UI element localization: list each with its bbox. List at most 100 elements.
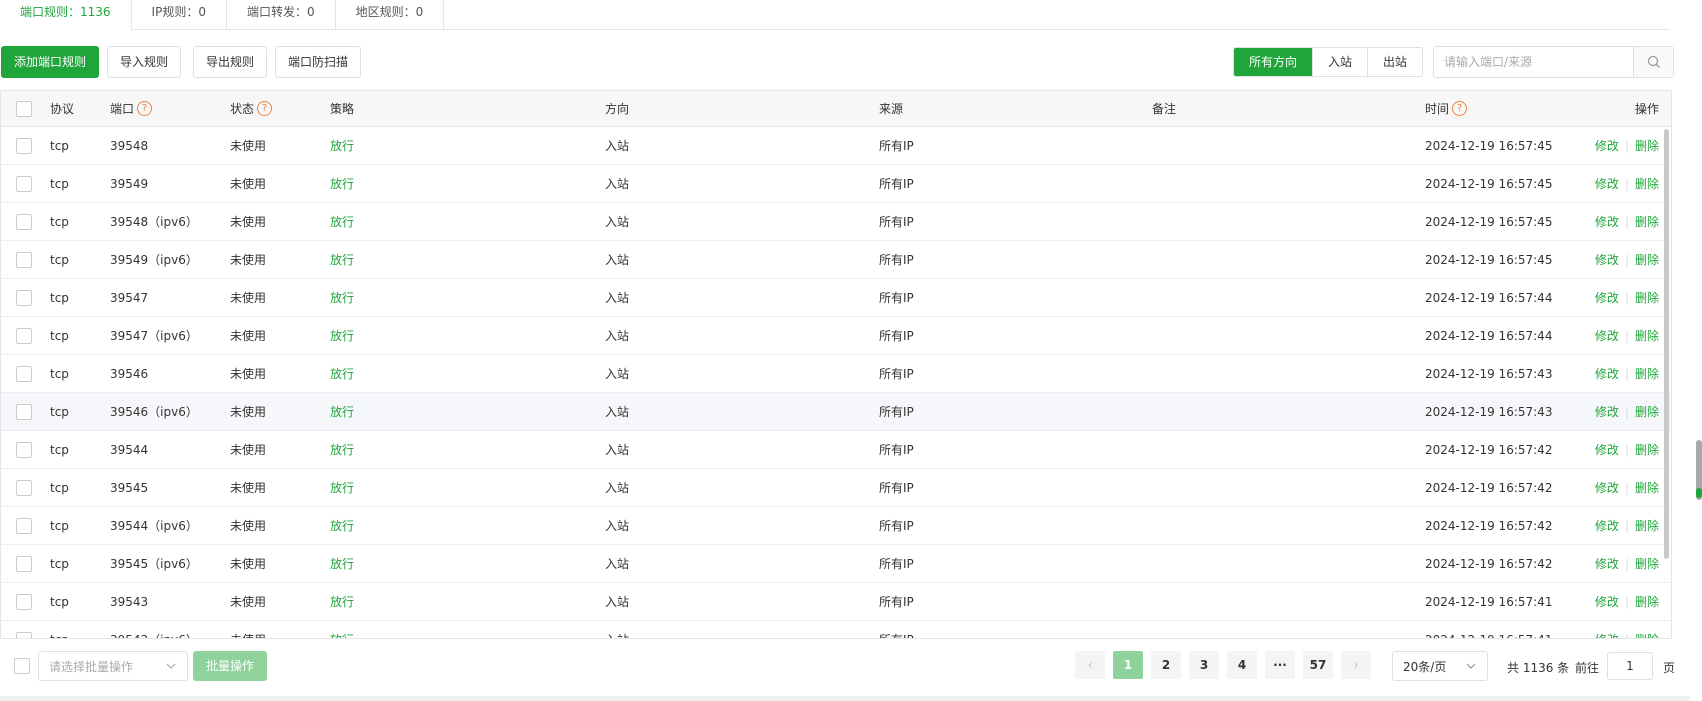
row-checkbox[interactable]: [16, 631, 32, 638]
cell-protocol: tcp: [50, 252, 69, 267]
help-icon[interactable]: ?: [1452, 101, 1468, 116]
tab-ip-rules[interactable]: IP规则：0: [132, 0, 227, 30]
edit-link[interactable]: 修改: [1595, 555, 1619, 572]
page-1[interactable]: 1: [1113, 651, 1143, 679]
batch-action-button[interactable]: 批量操作: [193, 651, 267, 681]
row-checkbox[interactable]: [16, 213, 32, 230]
cell-protocol: tcp: [50, 328, 69, 343]
action-separator: |: [1624, 252, 1629, 267]
add-port-rule-button[interactable]: 添加端口规则: [1, 46, 99, 78]
row-checkbox[interactable]: [16, 137, 32, 154]
search-button[interactable]: [1633, 47, 1673, 77]
search-input[interactable]: [1434, 47, 1633, 77]
cell-policy: 放行: [330, 405, 355, 419]
search-icon: [1647, 55, 1660, 68]
select-all-checkbox[interactable]: [16, 100, 32, 117]
table-row: tcp 39543 未使用 放行 入站 所有IP 2024-12-19 16:57:41 修…: [1, 583, 1671, 621]
row-checkbox[interactable]: [16, 593, 32, 610]
export-rules-button[interactable]: 导出规则: [193, 46, 267, 78]
delete-link[interactable]: 删除: [1635, 517, 1659, 534]
edit-link[interactable]: 修改: [1595, 289, 1619, 306]
cell-protocol: tcp: [50, 442, 69, 457]
delete-link[interactable]: 删除: [1635, 137, 1659, 154]
edit-link[interactable]: 修改: [1595, 593, 1619, 610]
edit-link[interactable]: 修改: [1595, 479, 1619, 496]
page-4[interactable]: 4: [1227, 651, 1257, 679]
page-2[interactable]: 2: [1151, 651, 1181, 679]
delete-link[interactable]: 删除: [1635, 631, 1659, 638]
cell-port: 39548: [110, 138, 149, 153]
edit-link[interactable]: 修改: [1595, 631, 1619, 638]
next-page-button[interactable]: ›: [1341, 651, 1371, 679]
header-policy: 策略: [330, 102, 355, 116]
cell-port: 39544: [110, 442, 149, 457]
delete-link[interactable]: 删除: [1635, 251, 1659, 268]
edit-link[interactable]: 修改: [1595, 365, 1619, 382]
header-ops: 操作: [1634, 102, 1659, 116]
tab-region-rules[interactable]: 地区规则：0: [336, 0, 445, 30]
row-checkbox[interactable]: [16, 365, 32, 382]
delete-link[interactable]: 删除: [1635, 289, 1659, 306]
cell-time: 2024-12-19 16:57:44: [1425, 290, 1553, 305]
row-checkbox[interactable]: [16, 175, 32, 192]
delete-link[interactable]: 删除: [1635, 403, 1659, 420]
batch-action-select[interactable]: 请选择批量操作: [38, 651, 188, 681]
delete-link[interactable]: 删除: [1635, 441, 1659, 458]
edit-link[interactable]: 修改: [1595, 327, 1619, 344]
row-checkbox[interactable]: [16, 327, 32, 344]
help-icon[interactable]: ?: [137, 101, 153, 116]
cell-port: 39546（ipv6）: [110, 405, 198, 419]
import-rules-button[interactable]: 导入规则: [107, 46, 181, 78]
prev-page-button[interactable]: ‹: [1075, 651, 1105, 679]
row-checkbox[interactable]: [16, 555, 32, 572]
cell-direction: 入站: [605, 481, 630, 495]
action-separator: |: [1624, 366, 1629, 381]
table-scrollbar[interactable]: [1664, 129, 1669, 559]
row-checkbox[interactable]: [16, 479, 32, 496]
cell-protocol: tcp: [50, 138, 69, 153]
edit-link[interactable]: 修改: [1595, 137, 1619, 154]
delete-link[interactable]: 删除: [1635, 555, 1659, 572]
direction-all[interactable]: 所有方向: [1234, 48, 1314, 76]
edit-link[interactable]: 修改: [1595, 441, 1619, 458]
port-anti-scan-button[interactable]: 端口防扫描: [275, 46, 361, 78]
row-checkbox[interactable]: [16, 517, 32, 534]
cell-time: 2024-12-19 16:57:45: [1425, 176, 1553, 191]
row-checkbox[interactable]: [16, 289, 32, 306]
tab-port-forwarding[interactable]: 端口转发：0: [227, 0, 336, 30]
edit-link[interactable]: 修改: [1595, 403, 1619, 420]
tab-port-rules[interactable]: 端口规则：1136: [0, 0, 132, 31]
cell-port: 39543: [110, 594, 149, 609]
direction-inbound[interactable]: 入站: [1313, 48, 1369, 76]
delete-link[interactable]: 删除: [1635, 213, 1659, 230]
delete-link[interactable]: 删除: [1635, 593, 1659, 610]
direction-outbound[interactable]: 出站: [1368, 48, 1422, 76]
edit-link[interactable]: 修改: [1595, 213, 1619, 230]
edit-link[interactable]: 修改: [1595, 517, 1619, 534]
cell-time: 2024-12-19 16:57:42: [1425, 480, 1553, 495]
row-actions: 修改 | 删除: [1595, 127, 1659, 164]
edit-link[interactable]: 修改: [1595, 175, 1619, 192]
delete-link[interactable]: 删除: [1635, 479, 1659, 496]
delete-link[interactable]: 删除: [1635, 175, 1659, 192]
cell-policy: 放行: [330, 481, 355, 495]
cell-time: 2024-12-19 16:57:43: [1425, 404, 1553, 419]
cell-direction: 入站: [605, 367, 630, 381]
page-more[interactable]: ···: [1265, 651, 1295, 679]
page-size-select[interactable]: 20条/页: [1392, 651, 1488, 681]
row-checkbox[interactable]: [16, 251, 32, 268]
cell-status: 未使用: [230, 621, 266, 638]
row-actions: 修改 | 删除: [1595, 241, 1659, 278]
cell-status: 未使用: [230, 329, 267, 343]
goto-page-input[interactable]: 1: [1607, 652, 1653, 680]
delete-link[interactable]: 删除: [1635, 365, 1659, 382]
help-icon[interactable]: ?: [257, 101, 273, 116]
row-checkbox[interactable]: [16, 403, 32, 420]
page-3[interactable]: 3: [1189, 651, 1219, 679]
delete-link[interactable]: 删除: [1635, 327, 1659, 344]
edit-link[interactable]: 修改: [1595, 251, 1619, 268]
row-checkbox[interactable]: [16, 441, 32, 458]
footer-select-all-checkbox[interactable]: [14, 658, 30, 674]
cell-direction: 入站: [605, 405, 630, 419]
page-57[interactable]: 57: [1303, 651, 1333, 679]
